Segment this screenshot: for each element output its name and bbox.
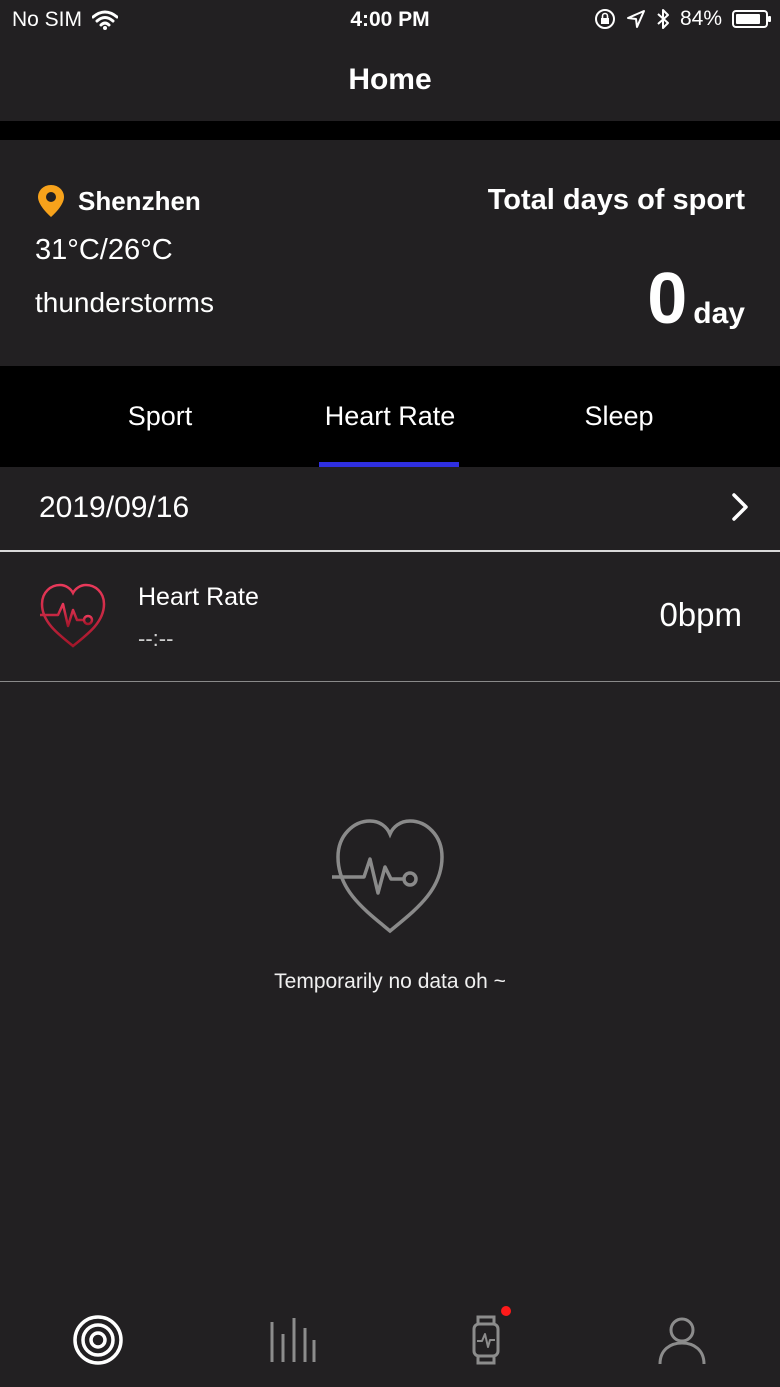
tab-sport[interactable]: Sport	[60, 366, 260, 467]
bar-chart-icon	[270, 1318, 316, 1362]
tab-sleep[interactable]: Sleep	[519, 366, 719, 467]
notification-badge	[501, 1306, 511, 1316]
tab-home[interactable]	[68, 1312, 128, 1368]
heart-rate-value: 0bpm	[659, 596, 742, 633]
heart-rate-icon	[40, 583, 106, 648]
segment-tabs: Sport Heart Rate Sleep	[0, 366, 780, 467]
sport-days-unit: day	[693, 297, 745, 330]
heart-rate-placeholder-icon	[332, 819, 444, 934]
tab-device[interactable]	[456, 1306, 516, 1368]
date-selector[interactable]: 2019/09/16	[0, 467, 780, 552]
empty-state: Temporarily no data oh ~	[0, 815, 780, 993]
temperature-range: 31°C/26°C	[35, 234, 173, 266]
sport-days-title: Total days of sport	[487, 184, 745, 216]
section-divider	[0, 121, 780, 140]
smartwatch-icon	[472, 1315, 500, 1365]
bluetooth-icon	[657, 9, 669, 29]
tab-heart-rate[interactable]: Heart Rate	[290, 366, 490, 467]
city-name: Shenzhen	[78, 185, 201, 216]
empty-state-message: Temporarily no data oh ~	[274, 970, 506, 993]
chevron-right-icon[interactable]	[730, 492, 750, 522]
sport-days-count: 0 day	[647, 258, 745, 340]
status-right: 84%	[594, 7, 771, 31]
location: Shenzhen	[36, 184, 201, 218]
sport-days-value: 0	[647, 259, 688, 339]
page-title: Home	[348, 63, 432, 96]
battery-icon	[732, 10, 771, 28]
tab-profile[interactable]	[652, 1312, 712, 1368]
heart-rate-row: Heart Rate --:-- 0bpm	[0, 552, 780, 682]
tab-statistics[interactable]	[262, 1312, 322, 1368]
navigation-bar: Home	[0, 40, 780, 121]
person-icon	[658, 1317, 706, 1365]
heart-rate-time: --:--	[138, 626, 174, 651]
location-arrow-icon	[626, 10, 645, 28]
bottom-tab-bar	[0, 1290, 780, 1387]
battery-percentage: 84%	[679, 7, 722, 30]
selected-date: 2019/09/16	[39, 491, 190, 524]
location-pin-icon	[38, 185, 64, 217]
summary-card: Shenzhen 31°C/26°C thunderstorms Total d…	[0, 140, 780, 366]
heart-rate-label: Heart Rate	[138, 583, 259, 611]
status-bar: No SIM 4:00 PM 84%	[0, 0, 780, 40]
weather-condition: thunderstorms	[35, 287, 214, 318]
orientation-lock-icon	[594, 9, 615, 29]
target-icon	[73, 1315, 123, 1365]
